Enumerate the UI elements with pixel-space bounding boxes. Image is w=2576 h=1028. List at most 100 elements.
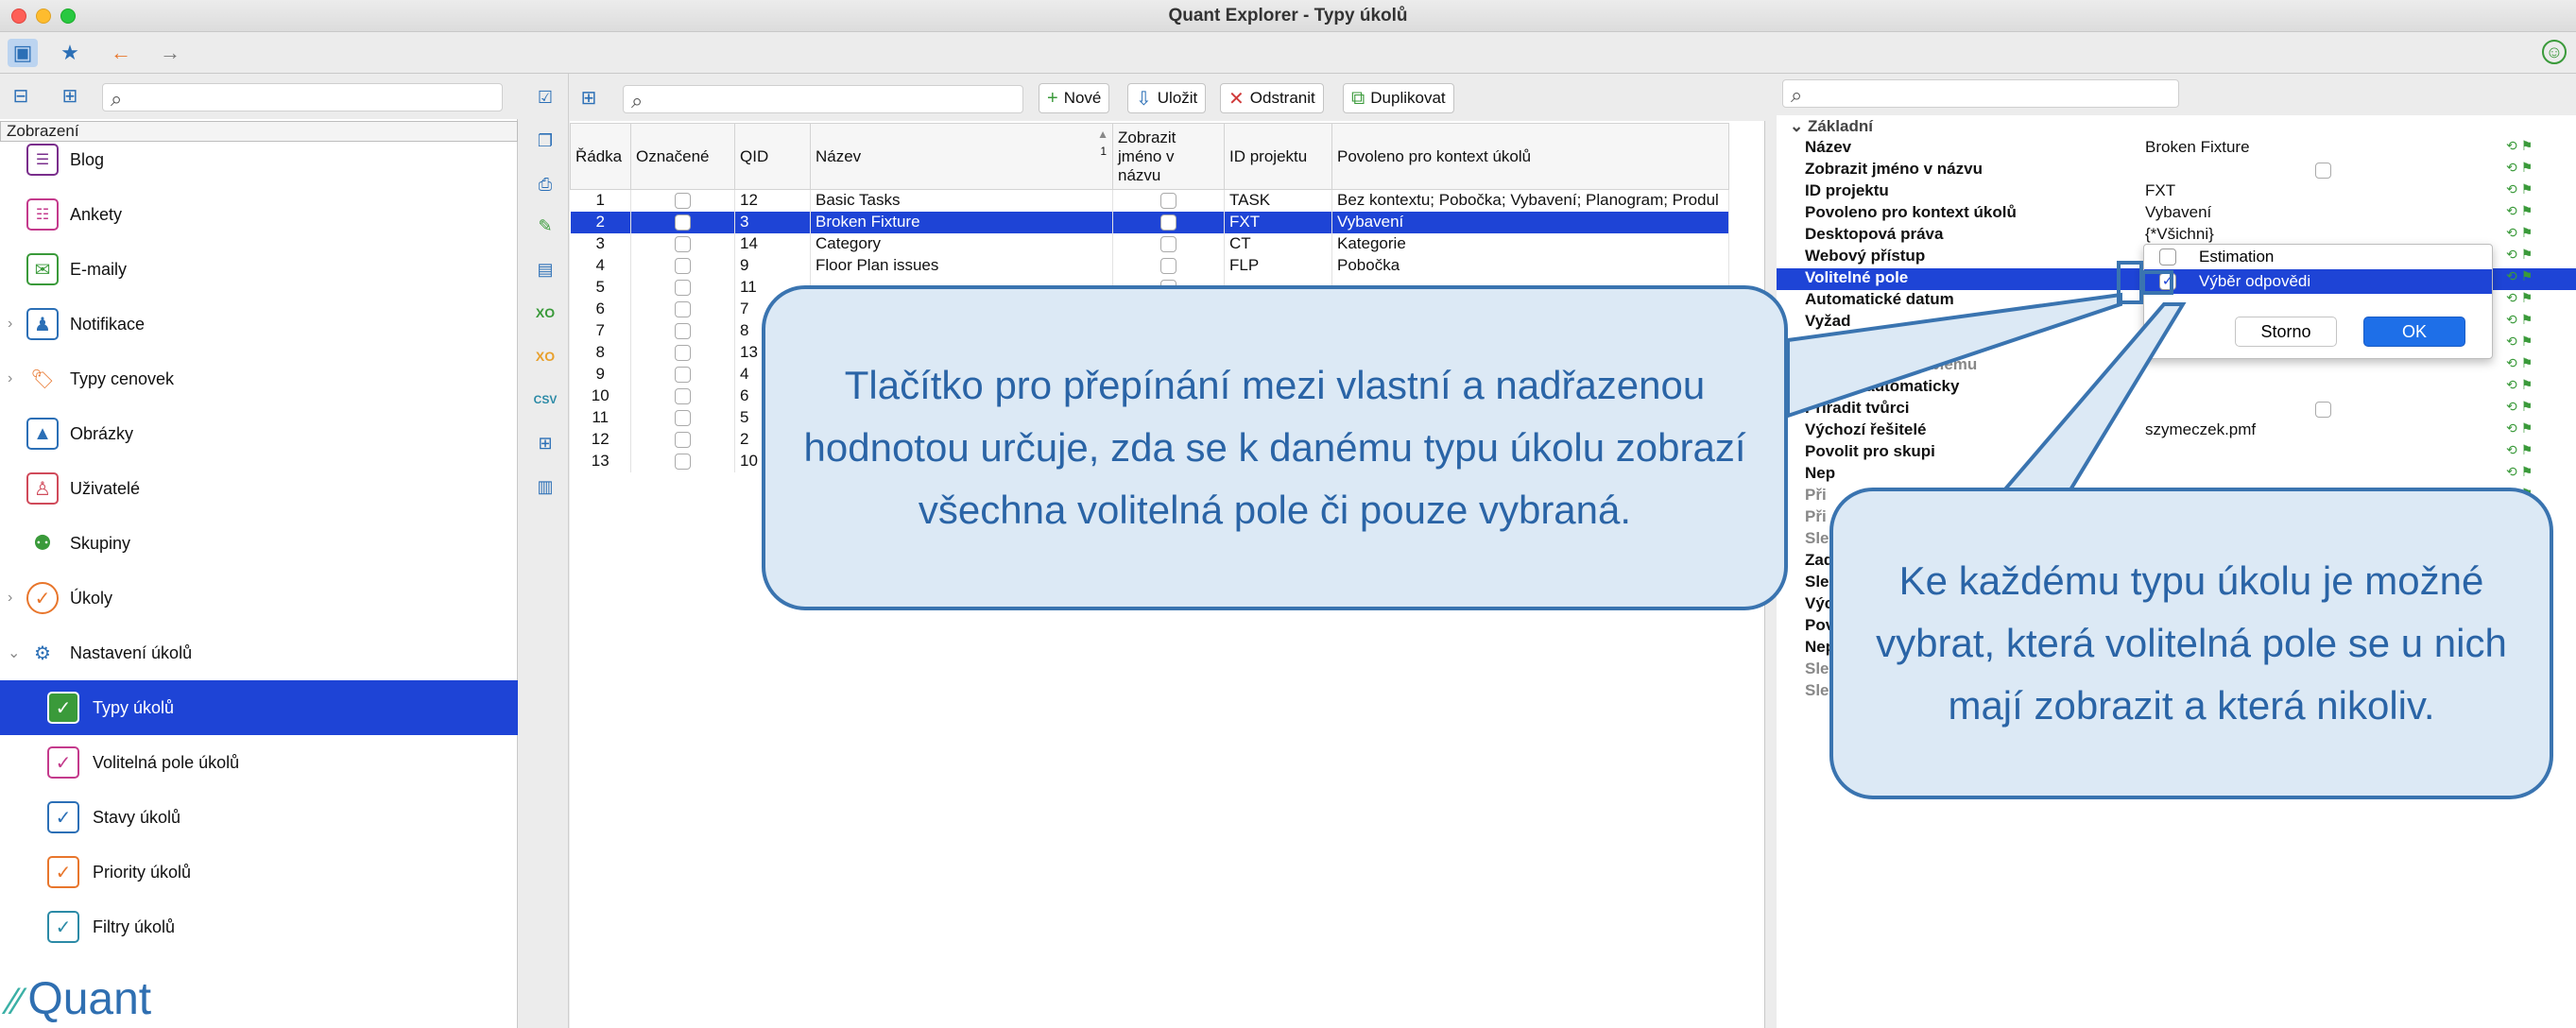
csv-export-icon[interactable]: CSV: [533, 387, 558, 412]
table-row[interactable]: 2 3 Broken Fixture FXT Vybavení: [570, 211, 1729, 233]
row-checkbox[interactable]: [1160, 193, 1176, 210]
properties-search-input[interactable]: ⌕: [1782, 79, 2179, 108]
sidebar-item-uzivatele[interactable]: ♙ Uživatelé: [0, 461, 518, 516]
marked-checkbox-cell[interactable]: [630, 276, 735, 299]
row-checkbox[interactable]: [1160, 258, 1176, 275]
forward-arrow-icon[interactable]: →: [155, 39, 185, 67]
marked-checkbox-cell[interactable]: [630, 254, 735, 277]
sidebar-item-skupiny[interactable]: ⚉ Skupiny: [0, 516, 518, 571]
marked-checkbox-cell[interactable]: [630, 232, 735, 255]
reset-value-icon[interactable]: ⟲⚑: [2506, 355, 2536, 371]
view-options-icon[interactable]: ⊞: [55, 81, 85, 110]
reset-value-icon[interactable]: ⟲⚑: [2506, 160, 2536, 176]
column-header-project-id[interactable]: ID projektu: [1224, 123, 1332, 190]
navigation-search-input[interactable]: ⌕: [102, 83, 503, 111]
property-row[interactable]: Název Broken Fixture ⟲⚑: [1777, 138, 2576, 160]
chart-icon[interactable]: ▥: [533, 474, 558, 499]
reset-value-icon[interactable]: ⟲⚑: [2506, 203, 2536, 219]
row-checkbox[interactable]: [1160, 214, 1176, 231]
duplicate-button[interactable]: ⧉ Duplikovat: [1343, 83, 1454, 113]
column-settings-icon[interactable]: ⊞: [574, 83, 604, 111]
column-header-qid[interactable]: QID: [734, 123, 811, 190]
chevron-right-icon[interactable]: ›: [8, 370, 12, 387]
ok-button[interactable]: OK: [2363, 317, 2465, 347]
name-cell[interactable]: Basic Tasks: [810, 189, 1113, 212]
row-checkbox[interactable]: [675, 280, 691, 297]
reset-value-icon[interactable]: ⟲⚑: [2506, 377, 2536, 393]
row-checkbox[interactable]: [675, 214, 691, 231]
popup-option-estimation[interactable]: Estimation: [2144, 245, 2492, 269]
reset-value-icon[interactable]: ⟲⚑: [2506, 399, 2536, 415]
excel-import-icon[interactable]: XO: [533, 344, 558, 368]
table-settings-icon[interactable]: ⊞: [533, 431, 558, 455]
sidebar-item-ukoly[interactable]: › ✓ Úkoly: [0, 571, 518, 625]
row-number-cell[interactable]: 8: [570, 341, 631, 364]
tag-icon[interactable]: ✎: [533, 214, 558, 238]
sidebar-item-nastaveni-ukolu[interactable]: ⌄ ⚙ Nastavení úkolů: [0, 625, 518, 680]
project-id-cell[interactable]: FLP: [1224, 254, 1332, 277]
sidebar-item-volitelna-pole[interactable]: ✓ Volitelná pole úkolů: [0, 735, 518, 790]
row-number-cell[interactable]: 3: [570, 232, 631, 255]
name-cell[interactable]: Category: [810, 232, 1113, 255]
favorites-star-icon[interactable]: ★: [55, 39, 85, 67]
property-row[interactable]: Přiřadit automaticky ⟲⚑: [1777, 377, 2576, 399]
qid-cell[interactable]: 9: [734, 254, 811, 277]
sidebar-item-typy-ukolu[interactable]: ✓ Typy úkolů: [0, 680, 518, 735]
context-cell[interactable]: Pobočka: [1331, 254, 1729, 277]
row-checkbox[interactable]: [675, 301, 691, 318]
table-row[interactable]: 3 14 Category CT Kategorie: [570, 232, 1729, 255]
cancel-button[interactable]: Storno: [2235, 317, 2337, 347]
excel-export-icon[interactable]: XO: [533, 300, 558, 325]
row-checkbox[interactable]: [675, 345, 691, 362]
property-checkbox[interactable]: [2315, 163, 2331, 179]
context-cell[interactable]: Bez kontextu; Pobočka; Vybavení; Planogr…: [1331, 189, 1729, 212]
sidebar-item-typy-cenovek[interactable]: › 🏷 Typy cenovek: [0, 351, 518, 406]
name-cell[interactable]: Broken Fixture: [810, 211, 1113, 233]
collapse-tree-icon[interactable]: ⊟: [6, 81, 36, 110]
check-list-icon[interactable]: ☑: [533, 85, 558, 110]
chevron-right-icon[interactable]: ›: [8, 316, 12, 333]
reset-value-icon[interactable]: ⟲⚑: [2506, 225, 2536, 241]
context-cell[interactable]: Kategorie: [1331, 232, 1729, 255]
marked-checkbox-cell[interactable]: [630, 189, 735, 212]
row-checkbox[interactable]: [675, 258, 691, 275]
show-name-checkbox-cell[interactable]: [1112, 254, 1225, 277]
marked-checkbox-cell[interactable]: [630, 341, 735, 364]
sidebar-item-obrazky[interactable]: ▲ Obrázky: [0, 406, 518, 461]
sidebar-item-blog[interactable]: ☰ Blog: [0, 132, 518, 187]
marked-checkbox-cell[interactable]: [630, 428, 735, 451]
row-number-cell[interactable]: 1: [570, 189, 631, 212]
row-number-cell[interactable]: 2: [570, 211, 631, 233]
column-header-marked[interactable]: Označené: [630, 123, 735, 190]
row-checkbox[interactable]: [675, 432, 691, 449]
back-arrow-icon[interactable]: ←: [106, 39, 136, 67]
row-checkbox[interactable]: [675, 367, 691, 384]
row-checkbox[interactable]: [675, 236, 691, 253]
grid-search-input[interactable]: ⌕: [623, 85, 1023, 113]
project-id-cell[interactable]: CT: [1224, 232, 1332, 255]
property-value[interactable]: FXT: [2145, 181, 2175, 200]
row-number-cell[interactable]: 7: [570, 319, 631, 342]
marked-checkbox-cell[interactable]: [630, 211, 735, 233]
sidebar-toggle-icon[interactable]: ▣: [8, 39, 38, 67]
row-checkbox[interactable]: [675, 388, 691, 405]
reset-value-icon[interactable]: ⟲⚑: [2506, 268, 2536, 284]
export-icon[interactable]: ⎙: [533, 172, 558, 197]
property-value[interactable]: Broken Fixture: [2145, 138, 2250, 157]
reset-value-icon[interactable]: ⟲⚑: [2506, 247, 2536, 263]
property-checkbox[interactable]: [2315, 402, 2331, 418]
reset-value-icon[interactable]: ⟲⚑: [2506, 464, 2536, 480]
reset-value-icon[interactable]: ⟲⚑: [2506, 312, 2536, 328]
property-value[interactable]: Vybavení: [2145, 203, 2211, 222]
row-checkbox[interactable]: [675, 193, 691, 210]
column-header-context[interactable]: Povoleno pro kontext úkolů: [1331, 123, 1729, 190]
property-row[interactable]: Zobrazit jméno v názvu ⟲⚑: [1777, 160, 2576, 181]
popup-option-vyber-odpovedi[interactable]: ✓ Výběr odpovědi: [2144, 269, 2492, 294]
sidebar-item-notifikace[interactable]: › ♟ Notifikace: [0, 297, 518, 351]
row-number-cell[interactable]: 10: [570, 385, 631, 407]
copy-icon[interactable]: ❐: [533, 128, 558, 153]
column-header-name[interactable]: Název ▲ 1: [810, 123, 1113, 190]
marked-checkbox-cell[interactable]: [630, 363, 735, 386]
property-row[interactable]: Nep ⟲⚑: [1777, 464, 2576, 486]
marked-checkbox-cell[interactable]: [630, 385, 735, 407]
